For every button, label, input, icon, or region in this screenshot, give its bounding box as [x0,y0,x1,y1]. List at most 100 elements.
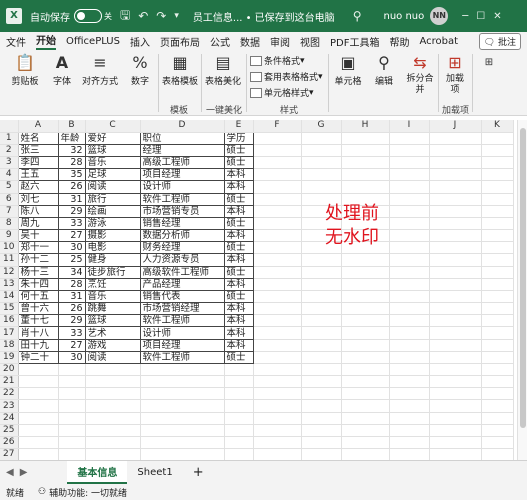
cell[interactable] [389,241,430,255]
cell[interactable] [429,278,482,291]
cell[interactable] [253,412,302,425]
cell[interactable]: 游泳 [84,216,141,231]
cell[interactable]: 年龄 [57,131,86,145]
clipboard-button[interactable]: 📋 剪贴板 [8,52,42,88]
cell[interactable] [341,290,390,304]
font-button[interactable]: A 字体 [48,52,76,88]
cell[interactable]: 何十五 [17,289,59,304]
cell[interactable]: 本科 [223,302,254,316]
cell[interactable] [429,132,482,145]
cell[interactable] [341,399,390,413]
cell[interactable] [429,290,482,304]
cell[interactable]: 本科 [223,229,254,243]
cell[interactable]: 经理 [139,143,225,158]
cell[interactable]: 设计师 [139,180,225,194]
cell[interactable] [481,229,514,243]
row-header[interactable]: 1 [0,132,19,145]
cell[interactable] [429,314,482,328]
cell[interactable] [389,217,430,231]
cell[interactable] [140,387,225,401]
cell[interactable]: 硕士 [223,265,254,279]
cell[interactable] [389,229,430,243]
cell[interactable]: 销售经理 [139,216,225,231]
cell[interactable]: 本科 [223,253,254,267]
cell[interactable] [58,424,86,437]
cell[interactable]: 游戏 [84,338,141,352]
tab-home[interactable]: 开始 [36,32,56,50]
cell[interactable] [341,266,390,279]
cell[interactable] [481,302,514,316]
cell[interactable]: 29 [57,204,86,218]
cell[interactable]: 26 [57,302,86,316]
cell[interactable] [481,375,514,389]
cell[interactable]: 销售代表 [139,289,225,304]
cell[interactable] [429,375,482,389]
row-header[interactable]: 24 [0,412,19,425]
sheet-tab-sheet1[interactable]: Sheet1 [127,464,182,481]
cell[interactable] [429,351,482,364]
cell[interactable] [481,412,514,425]
cell[interactable] [481,314,514,328]
cell[interactable] [253,241,302,255]
cell[interactable]: 刘七 [17,192,59,206]
cell[interactable] [481,424,514,437]
cell[interactable] [481,351,514,364]
row-header[interactable]: 15 [0,302,19,316]
add-sheet-button[interactable]: + [183,462,214,483]
cell[interactable] [389,314,430,328]
cell[interactable] [389,168,430,182]
tab-formulas[interactable]: 公式 [210,34,230,49]
row-header[interactable]: 18 [0,339,19,352]
cell[interactable] [224,412,254,425]
cell[interactable] [140,399,225,413]
worksheet-grid[interactable]: A B C D E F G H I J K 1 姓名 年龄 爱好 职位 学历 2 张三 32 篮球 经理 硕士 3 李四 28 音乐… [0,120,527,474]
column-header[interactable]: B [58,120,86,133]
cell[interactable] [341,412,390,425]
row-header[interactable]: 22 [0,387,19,401]
cell[interactable] [301,314,342,328]
cell[interactable] [389,339,430,352]
cell[interactable] [253,156,302,170]
restore-icon[interactable]: ☐ [476,11,485,22]
column-header[interactable]: D [140,120,225,133]
cell[interactable]: 徒步旅行 [84,265,141,279]
cell[interactable]: 赵六 [17,180,59,194]
cell[interactable] [429,144,482,158]
row-header[interactable]: 9 [0,229,19,243]
cell[interactable] [389,436,430,450]
cell[interactable]: 旅行 [84,192,141,206]
cell[interactable] [429,448,482,462]
avatar[interactable]: NN [430,7,449,25]
row-header[interactable]: 14 [0,290,19,304]
cell[interactable]: 32 [57,143,86,158]
cell[interactable] [253,193,302,206]
row-header[interactable]: 20 [0,363,19,377]
cell[interactable]: 34 [57,265,86,279]
cell[interactable] [253,448,302,462]
cells-button[interactable]: ▣ 单元格 [332,52,364,88]
cell[interactable] [253,302,302,316]
cell[interactable] [481,290,514,304]
cell[interactable]: 健身 [84,253,141,267]
cell[interactable]: 本科 [223,326,254,340]
cell[interactable]: 市场营销经理 [139,302,225,316]
undo-icon[interactable]: ↶ [138,9,148,23]
cell[interactable]: 职位 [139,131,225,145]
cell[interactable] [253,168,302,182]
row-header[interactable]: 12 [0,266,19,279]
cell[interactable] [224,399,254,413]
cell[interactable] [253,314,302,328]
cell[interactable]: 35 [57,168,86,182]
cell[interactable]: 软件工程师 [139,350,225,364]
column-header[interactable]: G [301,120,342,133]
row-header[interactable]: 23 [0,399,19,413]
cell[interactable] [389,144,430,158]
table-template-button[interactable]: ▦ 表格模板 [162,52,198,88]
cell[interactable]: 高级软件工程师 [139,265,225,279]
column-header[interactable]: E [224,120,254,133]
cell-styles-button[interactable]: 单元格样式 ▾ [250,86,314,99]
cell[interactable]: 硕士 [223,289,254,304]
column-header[interactable]: J [429,120,482,133]
cell[interactable]: 吴十 [17,229,59,243]
tab-help[interactable]: 帮助 [389,34,409,49]
